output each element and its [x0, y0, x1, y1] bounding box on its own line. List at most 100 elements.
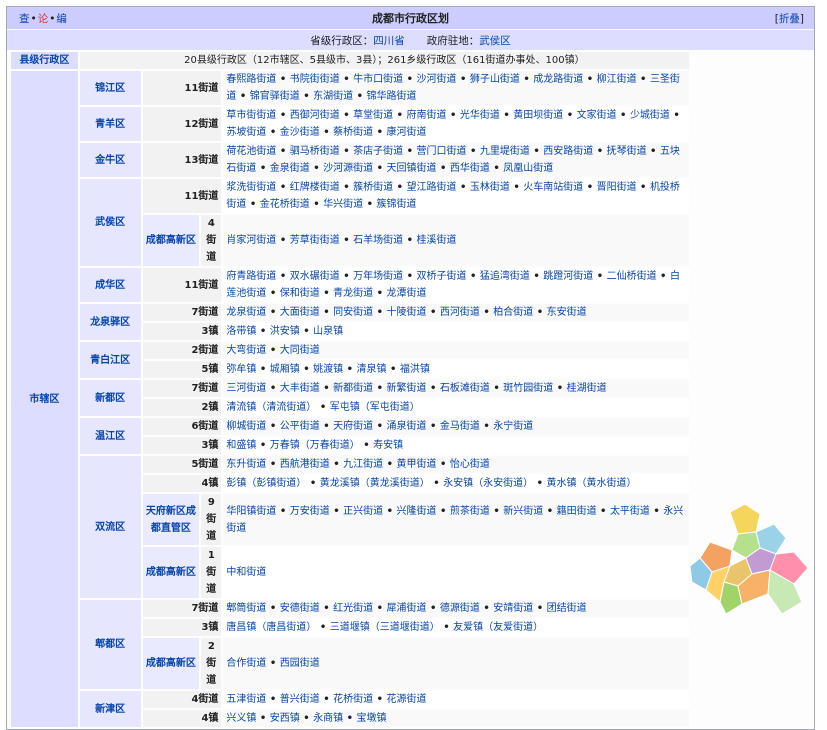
- subdivision-link[interactable]: 洪安镇: [270, 326, 300, 337]
- subdivision-link[interactable]: 金沙街道: [280, 127, 320, 138]
- subdivision-link[interactable]: 花源街道: [387, 694, 427, 705]
- subdivision-link[interactable]: 合作街道: [226, 658, 266, 669]
- county-level-link[interactable]: 县级行政区: [19, 55, 69, 66]
- subdivision-link[interactable]: 蔡桥街道: [333, 127, 373, 138]
- subdivision-link[interactable]: 草堂街道: [353, 110, 393, 121]
- subdivision-link[interactable]: 柏合街道: [493, 307, 533, 318]
- subdivision-link[interactable]: 簇桥街道: [353, 182, 393, 193]
- subdivision-link[interactable]: 安靖街道: [493, 603, 533, 614]
- subdivision-link[interactable]: 少城街道: [630, 110, 670, 121]
- subdivision-link[interactable]: 书院街街道: [290, 74, 340, 85]
- subdivision-link[interactable]: 公平街道: [280, 421, 320, 432]
- subdivision-link[interactable]: 正兴街道: [343, 506, 383, 517]
- subdivision-link[interactable]: 金马街道: [440, 421, 480, 432]
- subdivision-link[interactable]: 大弯街道: [226, 345, 266, 356]
- subdivision-link[interactable]: 弥牟镇: [226, 364, 256, 375]
- subdivision-link[interactable]: 府青路街道: [226, 271, 276, 282]
- subdivision-link[interactable]: 红光街道: [333, 603, 373, 614]
- subdivision-link[interactable]: 万春镇（万春街道）: [270, 440, 360, 451]
- subdivision-link[interactable]: 西园街道: [280, 658, 320, 669]
- subdivision-link[interactable]: 福洪镇: [400, 364, 430, 375]
- district-link[interactable]: 郫都区: [95, 639, 125, 650]
- subdivision-link[interactable]: 友爱镇（友爱街道）: [453, 622, 543, 633]
- subdivision-link[interactable]: 金花桥街道: [260, 199, 310, 210]
- subdivision-link[interactable]: 安西镇: [270, 713, 300, 724]
- subdivision-link[interactable]: 桂湖街道: [567, 383, 607, 394]
- subdivision-link[interactable]: 抚琴街道: [607, 146, 647, 157]
- view-link[interactable]: 查: [19, 13, 30, 25]
- subdivision-link[interactable]: 西航港街道: [280, 459, 330, 470]
- subdivision-link[interactable]: 康河街道: [387, 127, 427, 138]
- subdivision-link[interactable]: 茶店子街道: [353, 146, 403, 157]
- subdivision-link[interactable]: 万年场街道: [353, 271, 403, 282]
- subarea-link[interactable]: 成都高新区: [146, 658, 196, 669]
- subdivision-link[interactable]: 郫筒街道: [226, 603, 266, 614]
- subdivision-link[interactable]: 宝墩镇: [357, 713, 387, 724]
- subdivision-link[interactable]: 西河街道: [440, 307, 480, 318]
- subdivision-link[interactable]: 双水碾街道: [290, 271, 340, 282]
- subdivision-link[interactable]: 新兴街道: [503, 506, 543, 517]
- subdivision-link[interactable]: 三道堰镇（三道堰街道）: [330, 622, 440, 633]
- subdivision-link[interactable]: 龙潭街道: [387, 288, 427, 299]
- subdivision-link[interactable]: 簇锦街道: [377, 199, 417, 210]
- subdivision-link[interactable]: 东升街道: [226, 459, 266, 470]
- subdivision-link[interactable]: 东湖街道: [313, 91, 353, 102]
- subdivision-link[interactable]: 犀浦街道: [387, 603, 427, 614]
- subdivision-link[interactable]: 涌泉街道: [387, 421, 427, 432]
- district-link[interactable]: 成华区: [95, 280, 125, 291]
- subdivision-link[interactable]: 天回镇街道: [387, 163, 437, 174]
- subdivision-link[interactable]: 黄水镇（黄水街道）: [547, 478, 637, 489]
- district-link[interactable]: 新津区: [95, 704, 125, 715]
- subdivision-link[interactable]: 春熙路街道: [226, 74, 276, 85]
- subdivision-link[interactable]: 中和街道: [226, 567, 266, 578]
- subdivision-link[interactable]: 黄龙溪镇（黄龙溪街道）: [320, 478, 430, 489]
- subdivision-link[interactable]: 金泉街道: [270, 163, 310, 174]
- district-link[interactable]: 锦江区: [95, 83, 125, 94]
- subdivision-link[interactable]: 洛带镇: [226, 326, 256, 337]
- subdivision-link[interactable]: 营门口街道: [417, 146, 467, 157]
- subdivision-link[interactable]: 驷马桥街道: [290, 146, 340, 157]
- subdivision-link[interactable]: 永商镇: [313, 713, 343, 724]
- subdivision-link[interactable]: 芳草街街道: [290, 235, 340, 246]
- district-link[interactable]: 双流区: [95, 522, 125, 533]
- subdivision-link[interactable]: 怡心街道: [450, 459, 490, 470]
- subdivision-link[interactable]: 大面街道: [280, 307, 320, 318]
- subdivision-link[interactable]: 浆洗街街道: [226, 182, 276, 193]
- subdivision-link[interactable]: 煎茶街道: [450, 506, 490, 517]
- subdivision-link[interactable]: 火车南站街道: [523, 182, 583, 193]
- subdivision-link[interactable]: 山泉镇: [313, 326, 343, 337]
- subdivision-link[interactable]: 东安街道: [547, 307, 587, 318]
- district-link[interactable]: 新都区: [95, 393, 125, 404]
- subdivision-link[interactable]: 姚渡镇: [313, 364, 343, 375]
- subdivision-link[interactable]: 光华街道: [460, 110, 500, 121]
- subdivision-link[interactable]: 保和街道: [280, 288, 320, 299]
- subdivision-link[interactable]: 双桥子街道: [417, 271, 467, 282]
- subdivision-link[interactable]: 城厢镇: [270, 364, 300, 375]
- subdivision-link[interactable]: 太平街道: [610, 506, 650, 517]
- subdivision-link[interactable]: 团结街道: [547, 603, 587, 614]
- subdivision-link[interactable]: 九江街道: [343, 459, 383, 470]
- edit-link[interactable]: 编: [56, 13, 67, 25]
- subdivision-link[interactable]: 凤凰山街道: [503, 163, 553, 174]
- subdivision-link[interactable]: 华阳镇街道: [226, 506, 276, 517]
- subdivision-link[interactable]: 清流镇（清流街道）: [226, 402, 316, 413]
- subdivision-link[interactable]: 黄甲街道: [397, 459, 437, 470]
- subdivision-link[interactable]: 龙泉街道: [226, 307, 266, 318]
- subdivision-link[interactable]: 寿安镇: [373, 440, 403, 451]
- subdivision-link[interactable]: 兴义镇: [226, 713, 256, 724]
- subdivision-link[interactable]: 锦官驿街道: [250, 91, 300, 102]
- district-link[interactable]: 青白江区: [90, 355, 130, 366]
- subdivision-link[interactable]: 黄田坝街道: [513, 110, 563, 121]
- subdivision-link[interactable]: 天府街道: [333, 421, 373, 432]
- subdivision-link[interactable]: 和盛镇: [226, 440, 256, 451]
- district-link[interactable]: 金牛区: [95, 155, 125, 166]
- subdivision-link[interactable]: 十陵街道: [387, 307, 427, 318]
- subdivision-link[interactable]: 兴隆街道: [397, 506, 437, 517]
- subdivision-link[interactable]: 军屯镇（军屯街道）: [330, 402, 420, 413]
- subdivision-link[interactable]: 西华街道: [450, 163, 490, 174]
- subdivision-link[interactable]: 彭镇（彭镇街道）: [226, 478, 306, 489]
- subdivision-link[interactable]: 青龙街道: [333, 288, 373, 299]
- subdivision-link[interactable]: 沙河街道: [417, 74, 457, 85]
- subdivision-link[interactable]: 大丰街道: [280, 383, 320, 394]
- subdivision-link[interactable]: 清泉镇: [357, 364, 387, 375]
